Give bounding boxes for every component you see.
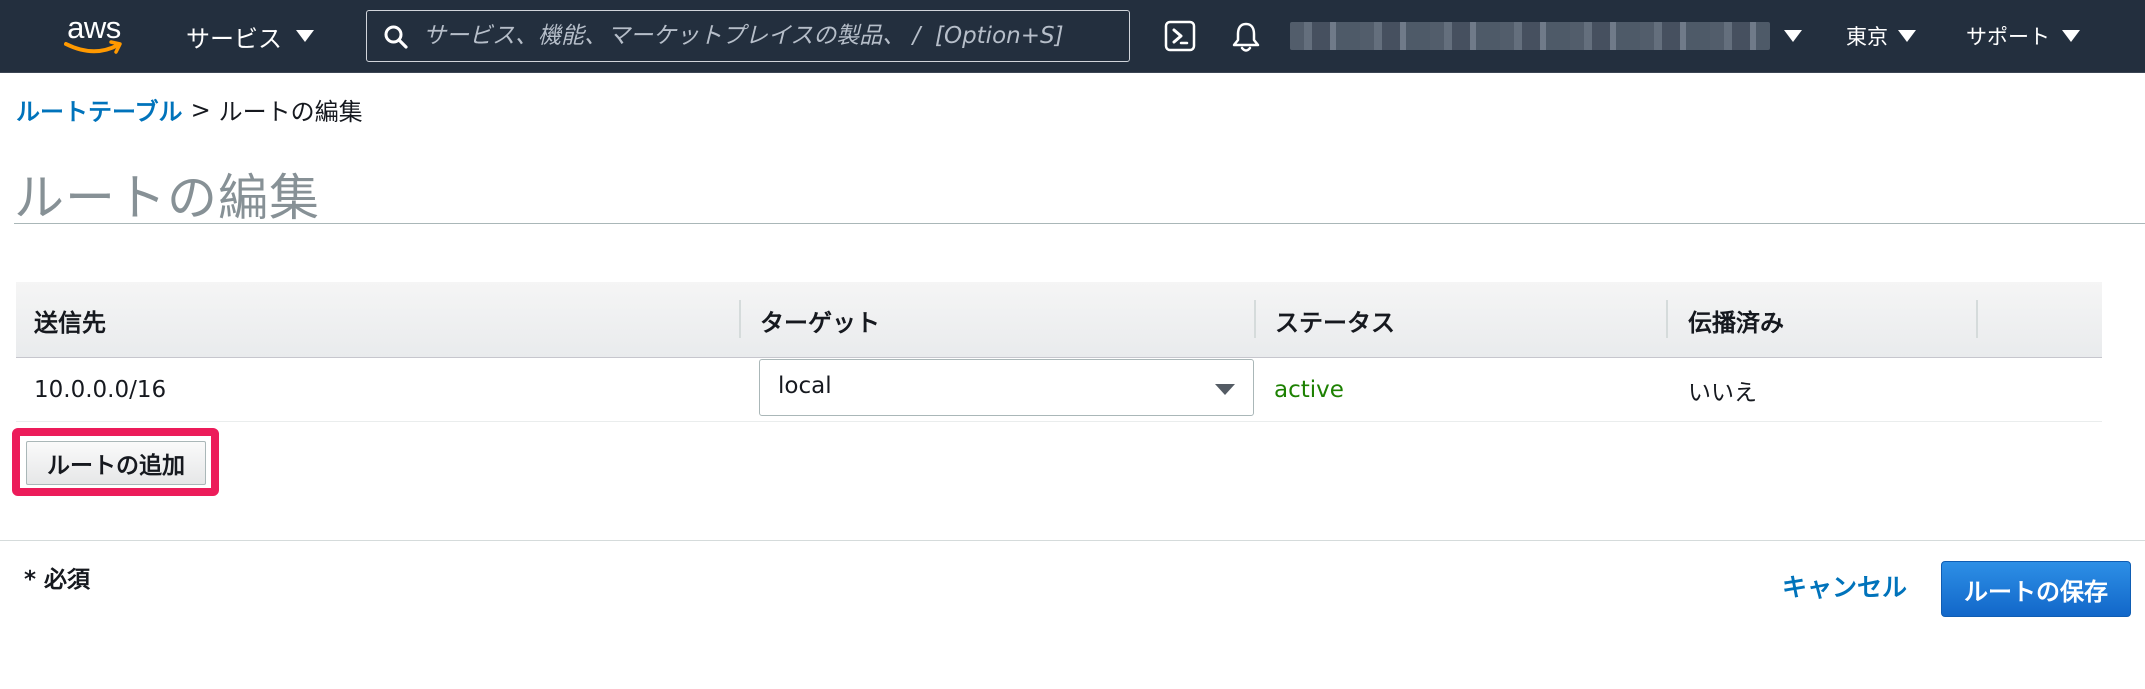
caret-down-icon bbox=[2062, 30, 2080, 42]
footer-divider bbox=[0, 540, 2145, 541]
title-divider bbox=[14, 223, 2145, 224]
aws-logo[interactable]: aws bbox=[58, 12, 130, 58]
cancel-button[interactable]: キャンセル bbox=[1782, 566, 1907, 606]
table-header: 送信先 ターゲット ステータス 伝播済み bbox=[16, 282, 2102, 358]
required-note: * 必須 bbox=[24, 567, 91, 593]
routes-table: 送信先 ターゲット ステータス 伝播済み 10.0.0.0/16 local a… bbox=[16, 282, 2102, 422]
region-selector[interactable]: 東京 bbox=[1846, 19, 1916, 53]
breadcrumb-separator: > bbox=[190, 95, 211, 124]
page-title: ルートの編集 bbox=[14, 169, 320, 227]
search-icon bbox=[384, 25, 408, 49]
column-header-target[interactable]: ターゲット bbox=[760, 282, 880, 358]
services-menu[interactable]: サービス bbox=[186, 19, 314, 53]
services-label: サービス bbox=[186, 24, 282, 53]
cloudshell-icon[interactable] bbox=[1164, 20, 1196, 52]
breadcrumb-link-route-tables[interactable]: ルートテーブル bbox=[16, 92, 183, 127]
column-header-propagated[interactable]: 伝播済み bbox=[1688, 282, 1784, 358]
search-input[interactable] bbox=[423, 19, 1123, 53]
save-routes-button[interactable]: ルートの保存 bbox=[1941, 561, 2131, 617]
column-header-status[interactable]: ステータス bbox=[1275, 282, 1395, 358]
top-navigation: aws サービス 東京 サポート bbox=[0, 0, 2145, 73]
support-menu[interactable]: サポート bbox=[1966, 19, 2080, 53]
support-label: サポート bbox=[1966, 25, 2050, 49]
account-menu[interactable] bbox=[1290, 18, 1770, 54]
caret-down-icon bbox=[1898, 30, 1916, 42]
column-divider[interactable] bbox=[739, 300, 741, 338]
chevron-down-icon bbox=[1215, 384, 1235, 395]
column-divider[interactable] bbox=[1254, 300, 1256, 338]
account-caret-down-icon[interactable] bbox=[1784, 30, 1802, 42]
cell-destination[interactable]: 10.0.0.0/16 bbox=[34, 358, 166, 422]
table-row: 10.0.0.0/16 local active いいえ bbox=[16, 358, 2102, 422]
bell-icon[interactable] bbox=[1230, 20, 1262, 54]
column-header-destination[interactable]: 送信先 bbox=[34, 282, 106, 358]
breadcrumb-current: ルートの編集 bbox=[218, 98, 363, 126]
account-name-redacted bbox=[1290, 22, 1770, 50]
region-label: 東京 bbox=[1846, 25, 1888, 49]
add-route-button[interactable]: ルートの追加 bbox=[26, 441, 206, 485]
target-select[interactable]: local bbox=[759, 359, 1254, 416]
caret-down-icon bbox=[296, 30, 314, 42]
cell-status: active bbox=[1274, 377, 1344, 403]
search-box[interactable] bbox=[366, 10, 1130, 62]
breadcrumb: ルートテーブル > ルートの編集 bbox=[16, 92, 363, 127]
aws-smile-icon bbox=[64, 40, 122, 54]
column-divider[interactable] bbox=[1976, 300, 1978, 338]
target-select-value: local bbox=[778, 373, 832, 399]
add-route-highlight: ルートの追加 bbox=[12, 428, 219, 496]
cell-propagated: いいえ bbox=[1688, 380, 1757, 406]
column-divider[interactable] bbox=[1666, 300, 1668, 338]
